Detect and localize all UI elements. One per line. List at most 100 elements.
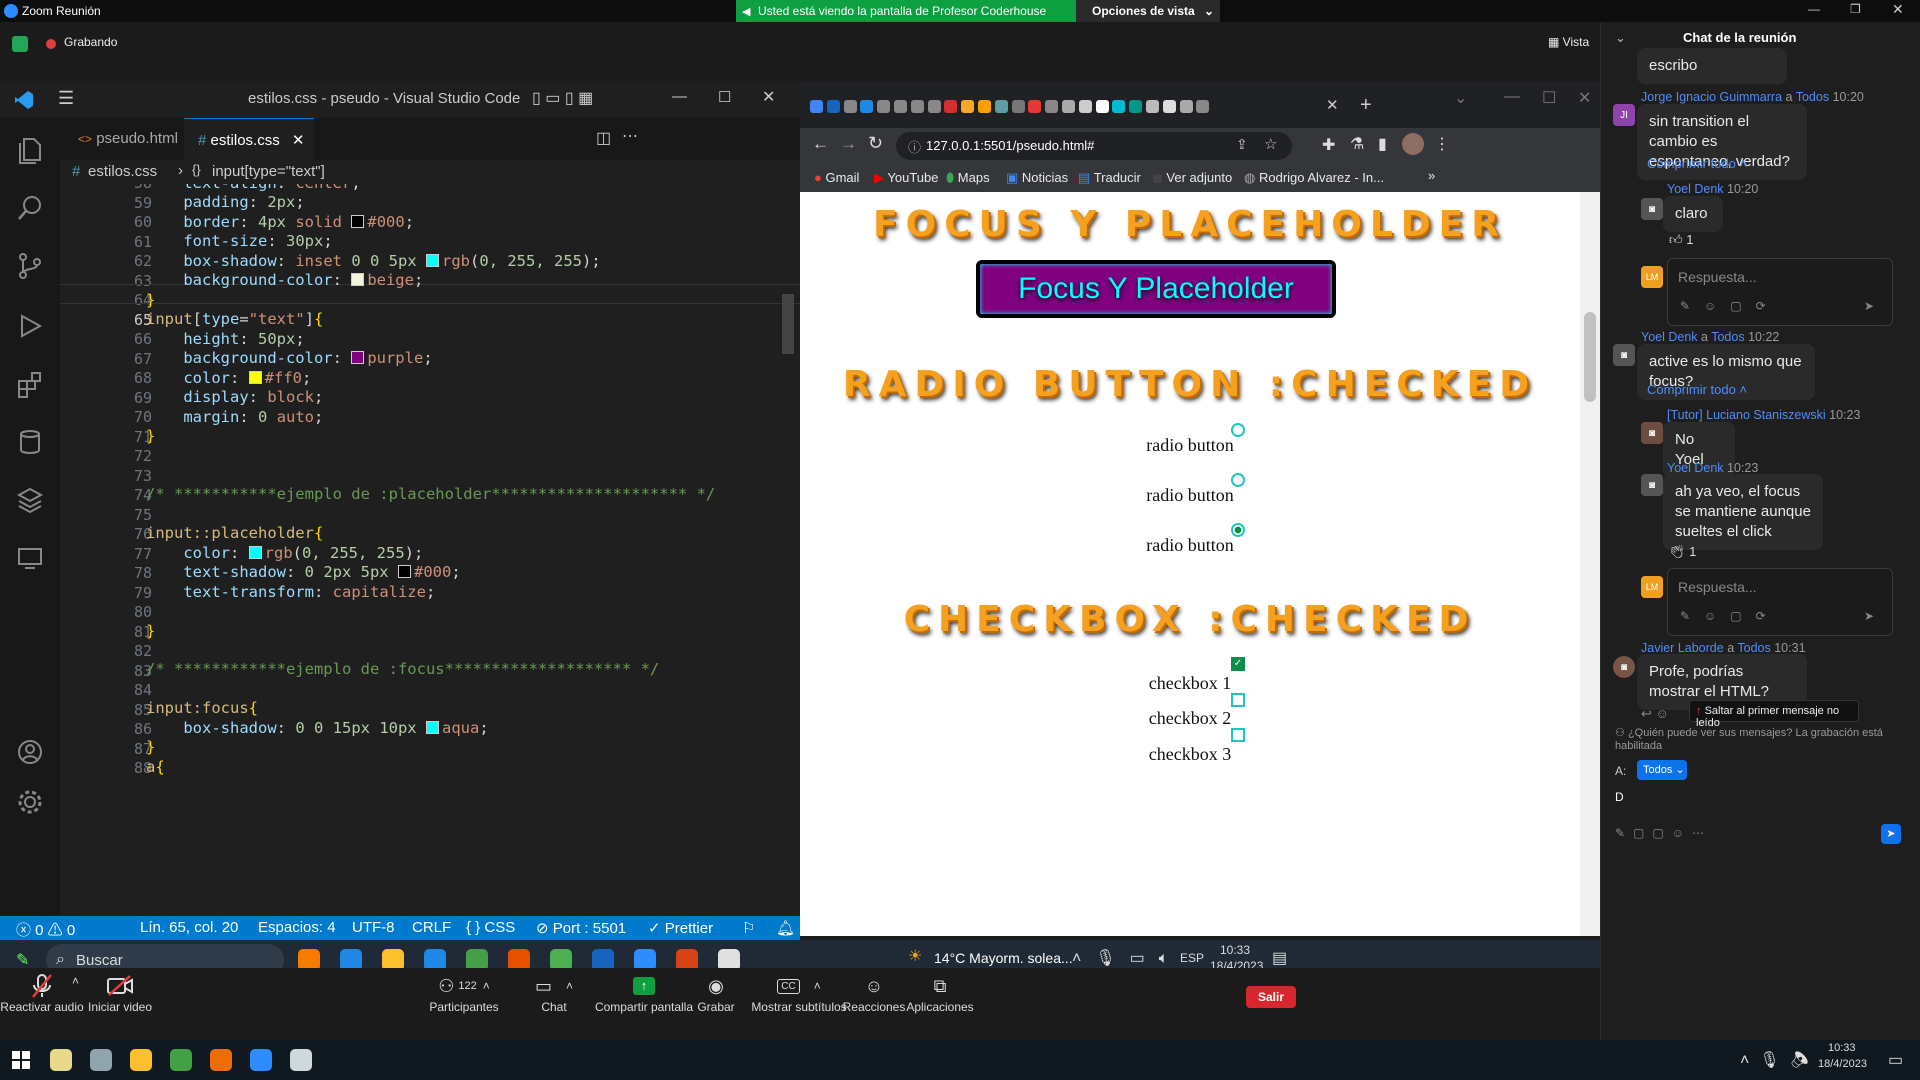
browser-menu-icon[interactable]: ⋮ bbox=[1434, 134, 1450, 154]
browser-close-icon[interactable]: ✕ bbox=[1578, 88, 1591, 108]
send-icon[interactable]: ➤ bbox=[1864, 609, 1874, 623]
tab-favicon-icon[interactable] bbox=[1028, 100, 1042, 113]
keyboard-language[interactable]: ESP bbox=[1180, 951, 1204, 965]
collapse-all-link[interactable]: Comprimir todo ˄ bbox=[1647, 156, 1747, 171]
share-icon[interactable]: ⇪ bbox=[1236, 136, 1248, 153]
chat-button[interactable]: ▭ ˄ Chat bbox=[506, 972, 602, 1015]
forward-icon[interactable]: → bbox=[840, 134, 857, 154]
tab-favicon-icon[interactable] bbox=[961, 100, 975, 113]
tab-favicon-icon[interactable] bbox=[978, 100, 991, 113]
language-mode[interactable]: { } CSS bbox=[466, 919, 515, 936]
explorer-icon[interactable] bbox=[16, 136, 44, 164]
tab-pseudo-html[interactable]: <> pseudo.html bbox=[60, 118, 184, 160]
profile-avatar[interactable] bbox=[1402, 133, 1424, 155]
pinned-app-icon[interactable] bbox=[210, 1049, 232, 1071]
bookmark-traducir[interactable]: ▤ Traducir bbox=[1078, 170, 1141, 186]
tool-icon[interactable]: ✎ bbox=[16, 950, 29, 970]
pinned-app-icon[interactable] bbox=[50, 1049, 72, 1071]
reaction-clap[interactable]: 👏︎ 1 bbox=[1669, 544, 1696, 560]
recipient-dropdown[interactable]: Todos ⌄ bbox=[1637, 760, 1687, 780]
privacy-notice[interactable]: ⚇ ¿Quién puede ver sus mensajes? La grab… bbox=[1615, 727, 1915, 753]
tab-favicon-icon[interactable] bbox=[944, 100, 958, 113]
leave-meeting-button[interactable]: Salir bbox=[1246, 986, 1296, 1008]
reply-tools-icons[interactable]: ✎☺▢⟳ bbox=[1680, 609, 1780, 623]
checkbox-checked[interactable]: ✓ bbox=[1231, 657, 1245, 671]
tab-favicon-icon[interactable] bbox=[826, 100, 840, 113]
send-message-button[interactable]: ➤ bbox=[1881, 824, 1901, 844]
close-tab-icon[interactable]: ✕ bbox=[1326, 96, 1339, 114]
tab-favicon-icon[interactable] bbox=[910, 100, 924, 113]
tab-favicon-icon[interactable] bbox=[877, 100, 891, 113]
checkbox[interactable] bbox=[1231, 728, 1245, 742]
tab-favicon-icon[interactable] bbox=[894, 100, 907, 113]
os-notifications-icon[interactable]: ▭ bbox=[1888, 1050, 1903, 1070]
notifications-icon[interactable]: ▤ bbox=[1272, 948, 1287, 968]
vscode-maximize-icon[interactable]: ☐ bbox=[718, 88, 731, 106]
more-actions-icon[interactable]: ⋯ bbox=[622, 126, 638, 146]
reply-input[interactable]: Respuesta... ✎☺▢⟳ ➤ bbox=[1667, 568, 1893, 636]
color-swatch[interactable] bbox=[248, 371, 262, 384]
caret-up-icon[interactable]: ˄ bbox=[483, 979, 490, 993]
maximize-icon[interactable]: ❐ bbox=[1850, 2, 1861, 16]
run-debug-icon[interactable] bbox=[16, 312, 44, 340]
bookmark-youtube[interactable]: ▶ YouTube bbox=[874, 170, 938, 186]
problems-indicator[interactable]: ⓧ 0 ⚠ 0 bbox=[16, 919, 75, 940]
checkbox[interactable] bbox=[1231, 693, 1245, 707]
reload-icon[interactable]: ↻ bbox=[868, 133, 883, 154]
layout-toggle-icon[interactable]: ▯ ▭ ▯ ▦ bbox=[532, 88, 593, 108]
view-options-button[interactable]: Opciones de vista ⌄ bbox=[1076, 0, 1220, 22]
color-swatch[interactable] bbox=[351, 215, 365, 228]
vscode-minimize-icon[interactable]: — bbox=[672, 88, 687, 105]
split-editor-icon[interactable]: ◫ bbox=[596, 128, 611, 148]
text-input-demo[interactable]: Focus Y Placeholder bbox=[976, 260, 1336, 318]
apps-button[interactable]: ⧉ Aplicaciones bbox=[892, 972, 988, 1015]
tab-favicon-icon[interactable] bbox=[1045, 100, 1059, 113]
reply-tools-icons[interactable]: ✎☺▢⟳ bbox=[1680, 299, 1780, 313]
encoding[interactable]: UTF-8 bbox=[352, 919, 395, 936]
start-video-button[interactable]: Iniciar video bbox=[72, 972, 168, 1014]
browser-maximize-icon[interactable]: ☐ bbox=[1542, 88, 1556, 108]
weather-icon[interactable]: ☀ bbox=[908, 946, 922, 966]
weather-text[interactable]: 14°C Mayorm. solea... bbox=[934, 950, 1073, 966]
color-swatch[interactable] bbox=[351, 273, 365, 286]
caret-up-icon[interactable]: ˄ bbox=[566, 979, 573, 993]
pinned-app-icon[interactable] bbox=[290, 1049, 312, 1071]
new-tab-icon[interactable]: + bbox=[1360, 94, 1372, 117]
minimize-icon[interactable]: — bbox=[1808, 2, 1820, 16]
reply-input[interactable]: Respuesta... ✎☺▢⟳ ➤ bbox=[1667, 258, 1893, 326]
database-icon[interactable] bbox=[16, 428, 44, 456]
pinned-app-icon[interactable] bbox=[90, 1049, 112, 1071]
tab-favicon-icon[interactable] bbox=[1196, 100, 1210, 113]
windows-start-icon[interactable] bbox=[12, 1051, 30, 1069]
prettier-status[interactable]: ✓ Prettier bbox=[648, 919, 713, 937]
message-input[interactable]: D bbox=[1611, 784, 1911, 816]
reaction-thumbs-up[interactable]: 👍︎ 1 bbox=[1669, 232, 1693, 248]
tab-favicon-icon[interactable] bbox=[1011, 100, 1025, 113]
tab-favicon-icon[interactable] bbox=[1112, 100, 1126, 113]
close-icon[interactable]: ✕ bbox=[1892, 1, 1904, 18]
layers-icon[interactable] bbox=[16, 486, 44, 514]
tab-close-icon[interactable]: ✕ bbox=[292, 132, 305, 149]
cursor-position[interactable]: Lín. 65, col. 20 bbox=[140, 919, 238, 936]
settings-gear-icon[interactable] bbox=[16, 788, 44, 816]
caret-up-icon[interactable]: ˄ bbox=[814, 979, 821, 993]
tab-favicon-icon[interactable] bbox=[1095, 100, 1109, 113]
breadcrumb-file[interactable]: estilos.css bbox=[88, 163, 157, 180]
notifications-bell-icon[interactable]: 🔔︎ bbox=[776, 919, 795, 937]
bookmark-noticias[interactable]: ▣ Noticias bbox=[1006, 170, 1068, 186]
account-icon[interactable] bbox=[16, 738, 44, 766]
extensions-puzzle-icon[interactable]: ✚ bbox=[1322, 135, 1335, 155]
color-swatch[interactable] bbox=[426, 721, 439, 734]
tab-estilos-css[interactable]: # estilos.css ✕ bbox=[184, 118, 314, 160]
scroll-thumb[interactable] bbox=[1584, 312, 1596, 402]
live-server-port[interactable]: ⊘ Port : 5501 bbox=[536, 919, 626, 937]
color-swatch[interactable] bbox=[426, 254, 440, 267]
pinned-app-icon[interactable] bbox=[130, 1049, 152, 1071]
info-icon[interactable]: ⓘ bbox=[908, 137, 921, 156]
color-swatch[interactable] bbox=[351, 351, 365, 364]
editor-scrollbar[interactable] bbox=[782, 294, 794, 354]
more-bookmarks-icon[interactable]: » bbox=[1428, 168, 1435, 183]
vscode-close-icon[interactable]: ✕ bbox=[762, 87, 775, 107]
tab-favicon-icon[interactable] bbox=[1179, 100, 1193, 113]
line-ending[interactable]: CRLF bbox=[412, 919, 451, 936]
